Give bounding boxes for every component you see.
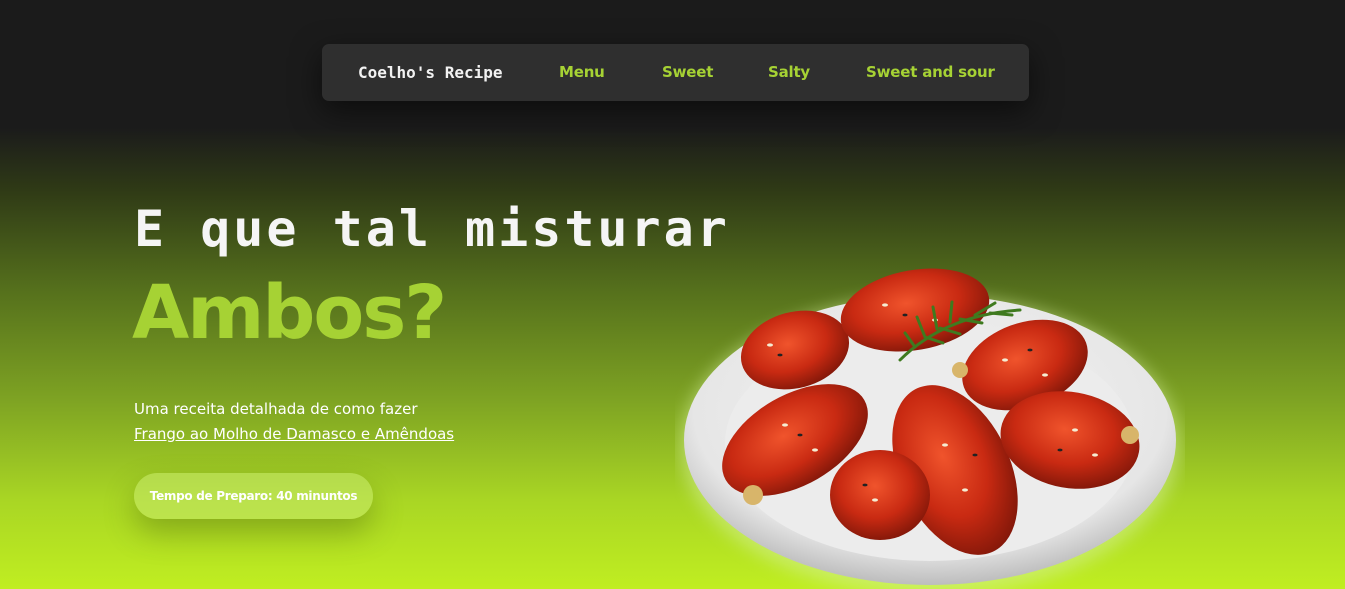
nav-link-sweet[interactable]: Sweet xyxy=(662,44,713,101)
hero-description: Uma receita detalhada de como fazer Fran… xyxy=(134,397,554,447)
hero-heading-line2: Ambos? xyxy=(132,270,447,356)
hero-heading-line1: E que tal misturar xyxy=(134,200,730,258)
nav-link-menu[interactable]: Menu xyxy=(559,44,605,101)
chicken-wings-plate-image xyxy=(680,268,1180,589)
nav-link-sweet-and-sour[interactable]: Sweet and sour xyxy=(866,44,995,101)
recipe-link[interactable]: Frango ao Molho de Damasco e Amêndoas xyxy=(134,425,454,443)
nav-link-salty[interactable]: Salty xyxy=(768,44,810,101)
hero-description-text: Uma receita detalhada de como fazer xyxy=(134,400,418,418)
prep-time-badge[interactable]: Tempo de Preparo: 40 minuntos xyxy=(134,473,373,519)
top-navbar: Coelho's Recipe Menu Sweet Salty Sweet a… xyxy=(322,44,1029,101)
brand-logo[interactable]: Coelho's Recipe xyxy=(358,44,503,101)
